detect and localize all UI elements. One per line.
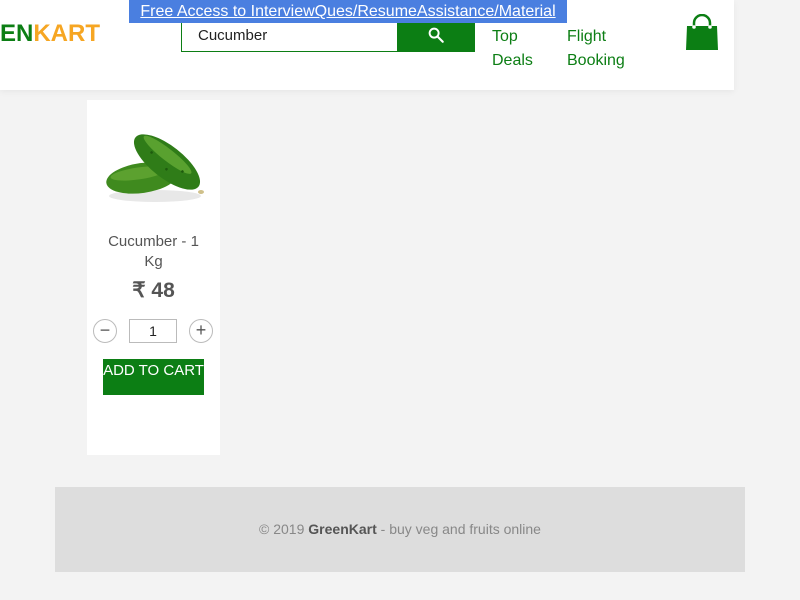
quantity-stepper: − +	[93, 318, 214, 344]
greenkart-logo[interactable]: ENKART	[0, 21, 100, 47]
search-button[interactable]	[397, 18, 475, 52]
top-deals-link[interactable]: Top Deals	[492, 25, 552, 73]
promo-banner-link[interactable]: Free Access to InterviewQues/ResumeAssis…	[129, 0, 567, 23]
product-name: Cucumber - 1 Kg	[108, 233, 199, 270]
cucumber-image	[106, 134, 204, 202]
decrement-button[interactable]: −	[93, 319, 117, 343]
add-to-cart-button[interactable]: ADD TO CART	[103, 359, 204, 395]
shopping-bag-icon[interactable]	[684, 14, 720, 54]
footer: © 2019 GreenKart - buy veg and fruits on…	[55, 487, 745, 572]
logo-orange-part: KART	[33, 20, 100, 47]
quantity-input[interactable]	[129, 319, 177, 343]
logo-green-part: EN	[0, 20, 34, 47]
product-price: ₹ 48	[132, 279, 175, 302]
search-icon	[428, 27, 444, 43]
footer-brand: GreenKart	[308, 521, 377, 537]
product-card: Cucumber - 1 Kg ₹ 48 − + ADD TO CART	[87, 100, 220, 455]
flight-booking-link[interactable]: Flight Booking	[567, 25, 647, 73]
increment-button[interactable]: +	[189, 319, 213, 343]
footer-copyright: © 2019	[259, 521, 305, 537]
search-input[interactable]	[181, 18, 399, 52]
footer-tagline: - buy veg and fruits online	[380, 521, 541, 537]
